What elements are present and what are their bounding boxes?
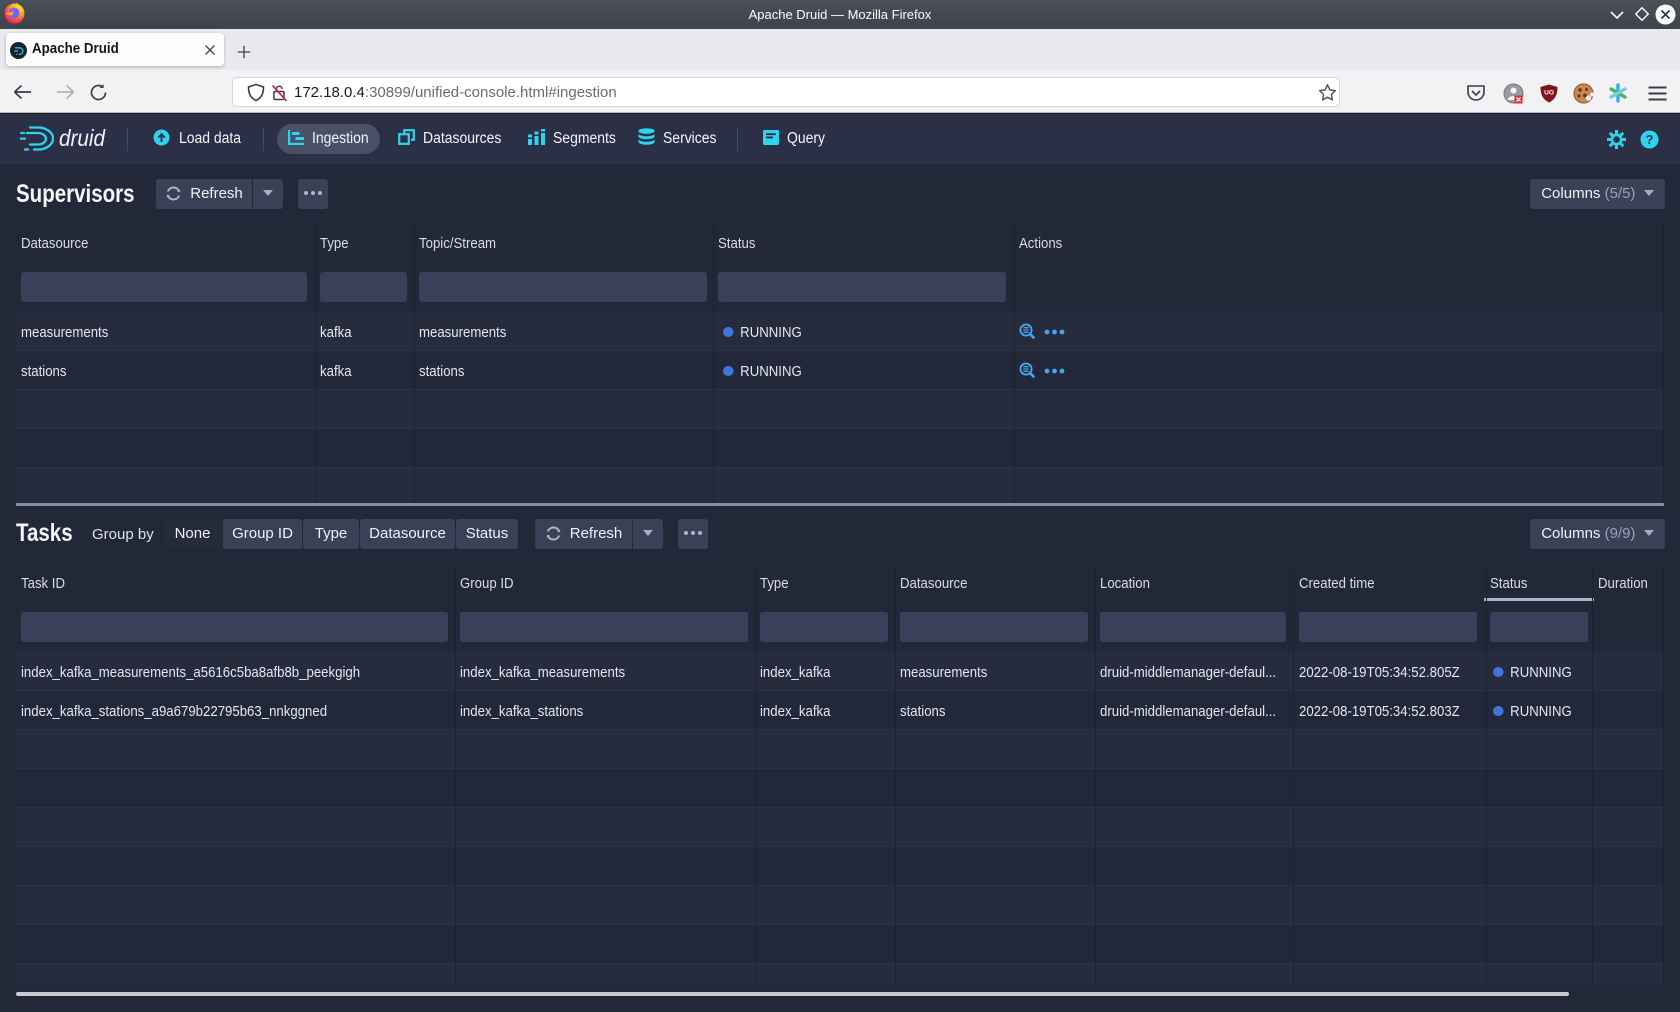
svg-text:?: ? xyxy=(1646,132,1654,147)
svg-text:UO: UO xyxy=(1544,90,1554,97)
